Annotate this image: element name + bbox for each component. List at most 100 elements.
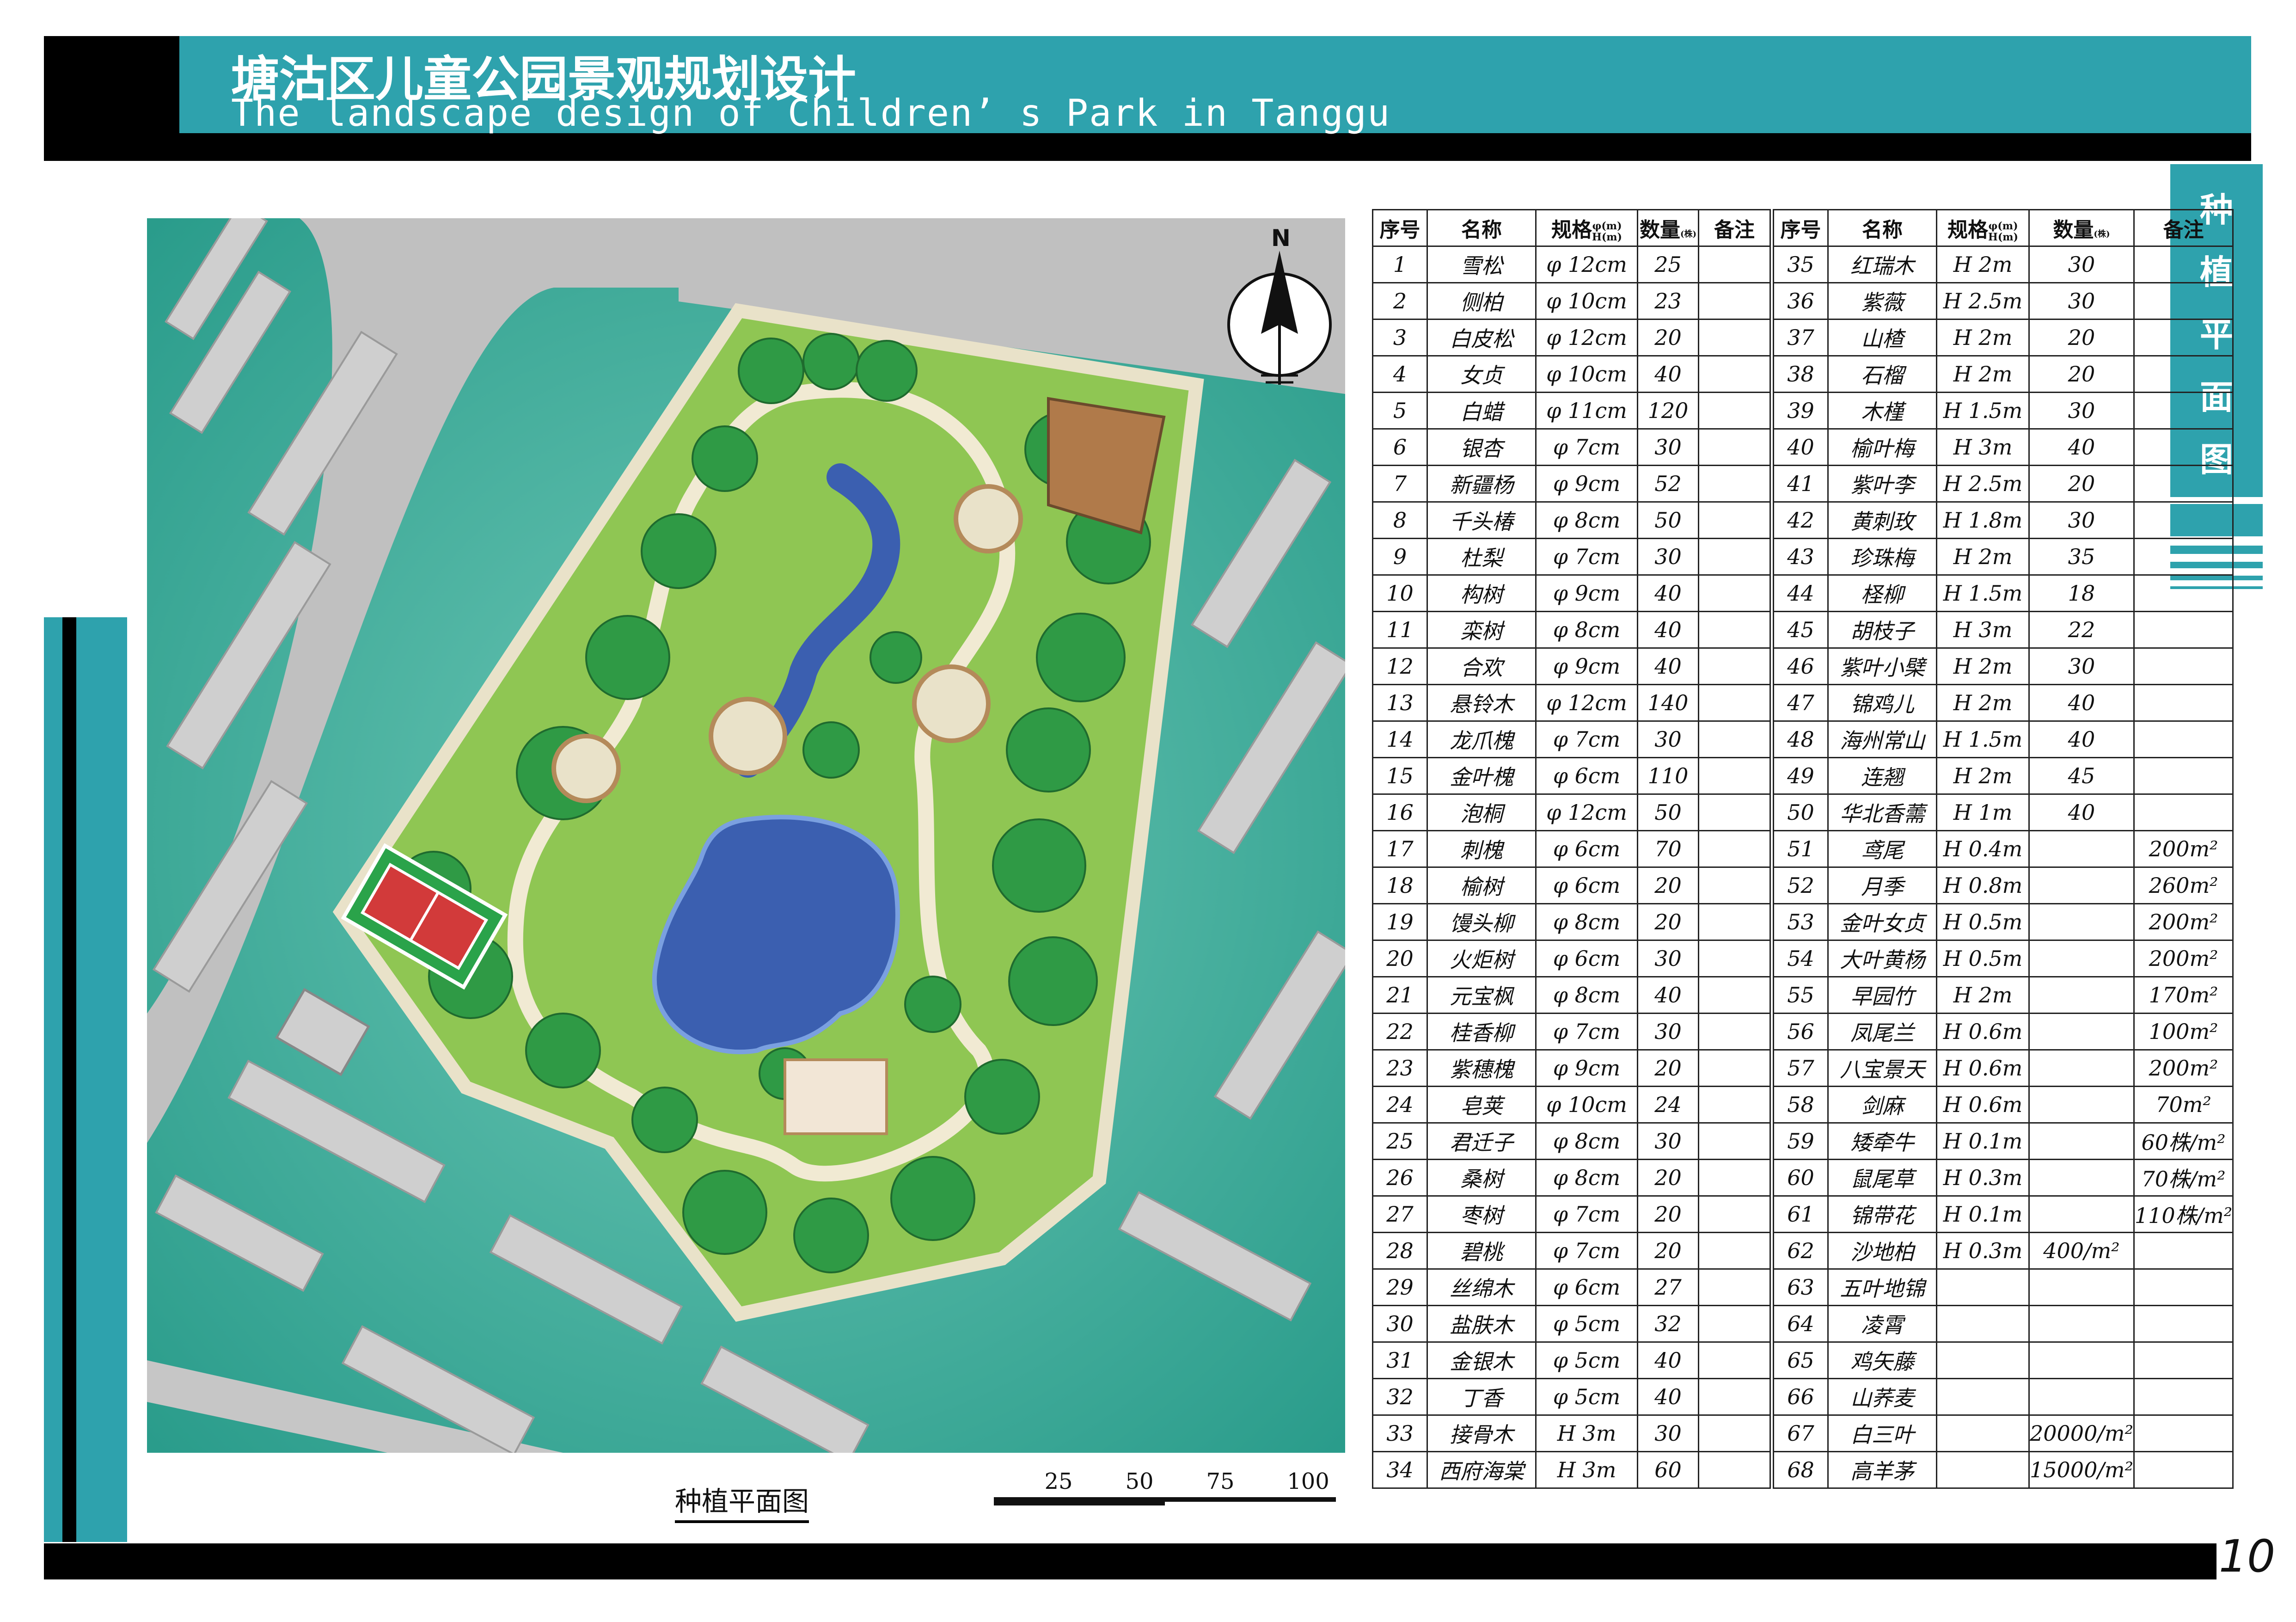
cell-spec: φ 8cm — [1535, 611, 1638, 649]
cell-no: 34 — [1372, 1451, 1428, 1489]
planting-table-right: 序号 名称 规格φ(m) H(m) 数量(株) 备注 35 红瑞木 H 2m 30 36 紫… — [1773, 209, 2234, 1489]
cell-name: 白蜡 — [1427, 392, 1537, 430]
cell-note — [1698, 465, 1771, 503]
table-row: 16 泡桐 φ 12cm 50 — [1372, 793, 1771, 831]
cell-no: 12 — [1372, 647, 1428, 685]
cell-no: 54 — [1773, 940, 1829, 977]
map-caption: 种植平面图 — [675, 1480, 809, 1523]
cell-note — [1698, 757, 1771, 795]
cell-no: 56 — [1773, 1013, 1829, 1051]
cell-no: 15 — [1372, 757, 1428, 795]
page-title-english: The landscape design of Children’ s Park… — [231, 92, 1391, 135]
cell-note — [1698, 793, 1771, 831]
cell-name: 山楂 — [1827, 319, 1937, 356]
cell-no: 30 — [1372, 1305, 1428, 1343]
cell-qty: 20 — [1637, 319, 1699, 356]
north-label: N — [1271, 225, 1291, 252]
cell-spec: H 2m — [1936, 757, 2030, 795]
cell-qty: 24 — [1637, 1086, 1699, 1124]
cell-note — [1698, 1122, 1771, 1160]
header-spec-sub: H(m) — [1592, 231, 1622, 243]
table-row: 63 五叶地锦 — [1773, 1268, 2234, 1306]
cell-qty — [2028, 866, 2135, 904]
cell-no: 60 — [1773, 1159, 1829, 1197]
cell-no: 38 — [1773, 355, 1829, 393]
table-row: 4 女贞 φ 10cm 40 — [1372, 355, 1771, 393]
scale-line — [994, 1502, 1165, 1505]
cell-spec: H 1.5m — [1936, 392, 2030, 430]
cell-qty: 20 — [1637, 1195, 1699, 1233]
cell-spec: H 2m — [1936, 976, 2030, 1014]
cell-note: 100m² — [2133, 1013, 2234, 1051]
cell-qty: 40 — [2028, 720, 2135, 758]
cell-name: 西府海棠 — [1427, 1451, 1537, 1489]
cell-no: 50 — [1773, 793, 1829, 831]
cell-qty — [2028, 940, 2135, 977]
cell-name: 火炬树 — [1427, 940, 1537, 977]
circular-plaza — [709, 697, 787, 775]
table-row: 26 桑树 φ 8cm 20 — [1372, 1159, 1771, 1197]
cell-note — [1698, 976, 1771, 1014]
cell-qty — [2028, 1013, 2135, 1051]
cell-qty: 20 — [1637, 903, 1699, 941]
cell-spec: φ 7cm — [1535, 1232, 1638, 1270]
table-row: 12 合欢 φ 9cm 40 — [1372, 647, 1771, 685]
cell-qty: 40 — [1637, 355, 1699, 393]
cell-spec — [1936, 1341, 2030, 1379]
header-name: 名称 — [1827, 209, 1937, 247]
cell-no: 24 — [1372, 1086, 1428, 1124]
cell-qty: 20000/m² — [2028, 1414, 2135, 1452]
cell-no: 2 — [1372, 282, 1428, 320]
cell-spec: H 2m — [1936, 684, 2030, 722]
cell-qty: 20 — [1637, 1232, 1699, 1270]
cell-no: 41 — [1773, 465, 1829, 503]
table-row: 28 碧桃 φ 7cm 20 — [1372, 1232, 1771, 1270]
cell-note — [1698, 940, 1771, 977]
cell-name: 五叶地锦 — [1827, 1268, 1937, 1306]
table-row: 64 凌霄 — [1773, 1305, 2234, 1343]
table-row: 7 新疆杨 φ 9cm 52 — [1372, 465, 1771, 503]
cell-spec: H 2.5m — [1936, 465, 2030, 503]
cell-qty: 45 — [2028, 757, 2135, 795]
cell-qty — [2028, 976, 2135, 1014]
spiral-plaza — [954, 484, 1023, 553]
table-row: 19 馒头柳 φ 8cm 20 — [1372, 903, 1771, 941]
table-row: 6 银杏 φ 7cm 30 — [1372, 428, 1771, 466]
table-row: 62 沙地柏 H 0.3m 400/m² — [1773, 1232, 2234, 1270]
cell-no: 67 — [1773, 1414, 1829, 1452]
table-row: 5 白蜡 φ 11cm 120 — [1372, 392, 1771, 430]
cell-spec: H 0.6m — [1936, 1013, 2030, 1051]
cell-no: 62 — [1773, 1232, 1829, 1270]
table-row: 22 桂香柳 φ 7cm 30 — [1372, 1013, 1771, 1051]
cell-spec: H 0.1m — [1936, 1122, 2030, 1160]
cell-name: 大叶黄杨 — [1827, 940, 1937, 977]
cell-name: 君迁子 — [1427, 1122, 1537, 1160]
cell-note — [2133, 501, 2234, 539]
cell-name: 紫穗槐 — [1427, 1049, 1537, 1087]
cell-qty: 40 — [2028, 428, 2135, 466]
cell-name: 山荞麦 — [1827, 1378, 1937, 1416]
cell-note — [1698, 246, 1771, 283]
cell-name: 白三叶 — [1827, 1414, 1937, 1452]
cell-qty: 20 — [2028, 319, 2135, 356]
table-row: 67 白三叶 20000/m² — [1773, 1414, 2234, 1452]
table-row: 1 雪松 φ 12cm 25 — [1372, 246, 1771, 283]
cell-spec: H 1m — [1936, 793, 2030, 831]
table-row: 33 接骨木 H 3m 30 — [1372, 1414, 1771, 1452]
cell-note — [1698, 647, 1771, 685]
cell-note — [2133, 1268, 2234, 1306]
table-row: 49 连翘 H 2m 45 — [1773, 757, 2234, 795]
cell-name: 丁香 — [1427, 1378, 1537, 1416]
table-row: 17 刺槐 φ 6cm 70 — [1372, 830, 1771, 868]
cell-note — [2133, 1414, 2234, 1452]
cell-name: 盐肤木 — [1427, 1305, 1537, 1343]
header-no: 序号 — [1372, 209, 1428, 247]
table-row: 30 盐肤木 φ 5cm 32 — [1372, 1305, 1771, 1343]
cell-no: 48 — [1773, 720, 1829, 758]
header-qty: 数量(株) — [1637, 209, 1699, 247]
cell-no: 68 — [1773, 1451, 1829, 1489]
cell-spec: φ 8cm — [1535, 1122, 1638, 1160]
cell-name: 紫叶小檗 — [1827, 647, 1937, 685]
table-row: 35 红瑞木 H 2m 30 — [1773, 246, 2234, 283]
cell-no: 14 — [1372, 720, 1428, 758]
